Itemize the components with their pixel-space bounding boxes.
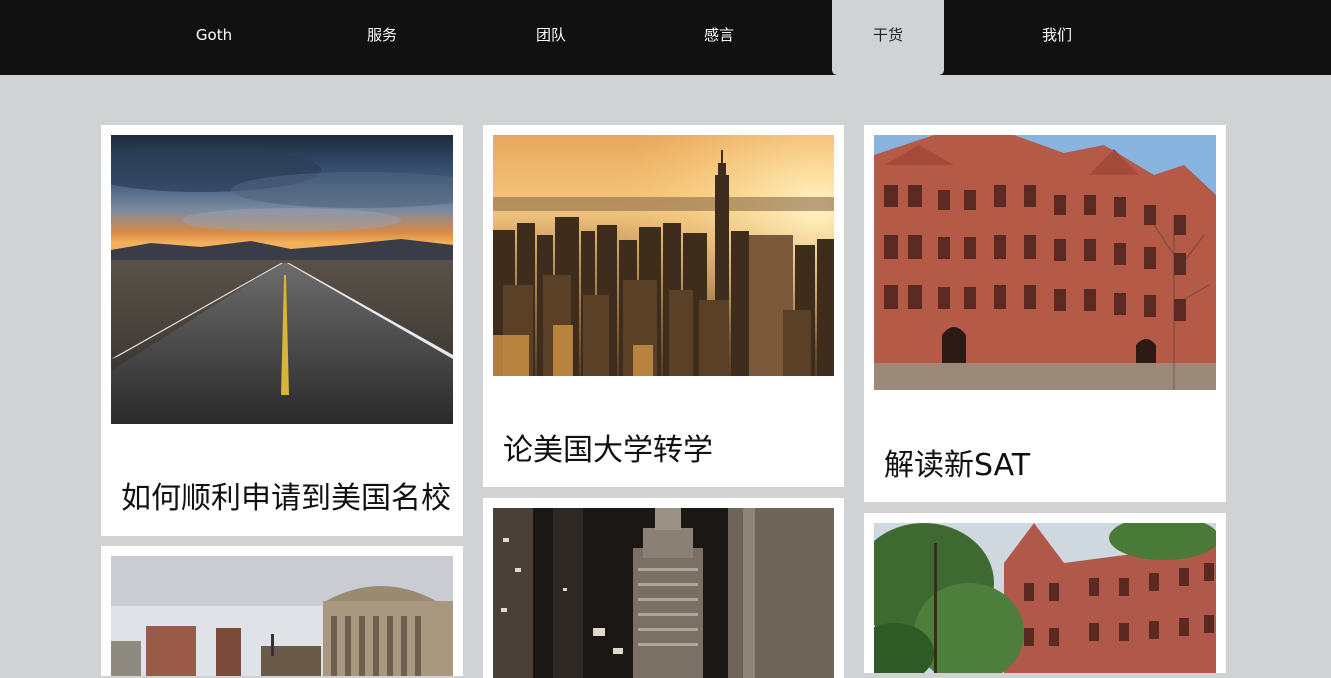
nav-item-team[interactable]: 团队 [495,0,607,75]
article-card-library[interactable] [101,546,463,676]
nav-item-goth[interactable]: Goth [158,0,270,75]
nav-item-resources[interactable]: 干货 [832,0,944,75]
top-navigation-bar: Goth 服务 团队 感言 干货 我们 [0,0,1331,75]
article-image-library[interactable] [111,556,453,676]
article-card-campus[interactable] [864,513,1226,673]
article-title[interactable]: 如何顺利申请到美国名校 [121,473,451,517]
nav-item-services[interactable]: 服务 [326,0,438,75]
article-image-road[interactable] [111,135,453,424]
article-card-college-transfer[interactable]: 论美国大学转学 [483,125,844,487]
article-image-city-skyline[interactable] [493,135,834,376]
article-title[interactable]: 解读新SAT [884,440,1030,484]
article-card-night-city[interactable] [483,498,844,678]
article-card-apply-top-schools[interactable]: 如何顺利申请到美国名校 [101,125,463,536]
article-image-brick-building[interactable] [874,135,1216,390]
article-card-new-sat[interactable]: 解读新SAT [864,125,1226,502]
article-image-campus-building[interactable] [874,523,1216,673]
nav-item-testimonials[interactable]: 感言 [663,0,775,75]
nav-item-about-us[interactable]: 我们 [1001,0,1113,75]
article-image-night-city[interactable] [493,508,834,678]
article-title[interactable]: 论美国大学转学 [503,425,713,469]
